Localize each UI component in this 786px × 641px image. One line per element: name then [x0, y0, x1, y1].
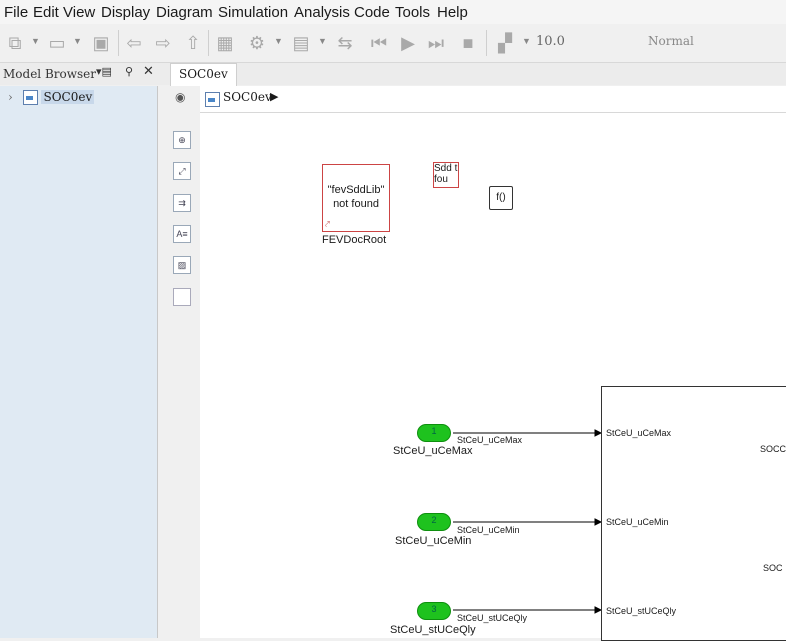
menu-display[interactable]: Display: [101, 4, 150, 21]
menu-edit[interactable]: Edit: [33, 4, 59, 21]
menu-simulation[interactable]: Simulation: [218, 4, 288, 21]
annotation-icon[interactable]: A≡: [173, 225, 191, 243]
fit-view-icon[interactable]: ⤢: [173, 162, 191, 180]
toolbar-separator: [486, 30, 487, 56]
record-icon[interactable]: ▞: [494, 32, 516, 54]
signal-label: StCeU_stUCeQly: [457, 613, 528, 623]
menu-file[interactable]: File: [4, 4, 28, 21]
menu-tools[interactable]: Tools: [395, 4, 430, 21]
chevron-down-icon[interactable]: ▼: [31, 36, 40, 46]
tree-item-label: SOC0ev: [41, 90, 95, 104]
subsystem-output-label: SOC: [763, 563, 783, 573]
inport-name: StCeU_uCeMax: [393, 445, 473, 457]
inport-block[interactable]: 1: [417, 424, 451, 442]
pin-icon[interactable]: ⚲: [125, 65, 133, 78]
dock-menu-icon[interactable]: ▾▤: [96, 65, 112, 78]
diagram-palette: ◉ ⊕ ⤢ ⇉ A≡ ▨: [158, 86, 200, 638]
new-model-icon[interactable]: ⧉: [4, 32, 26, 54]
inport-name: StCeU_uCeMin: [395, 535, 472, 547]
toolbar-separator: [208, 30, 209, 56]
step-forward-icon[interactable]: ⏭: [425, 32, 447, 54]
chevron-down-icon[interactable]: ▼: [274, 36, 283, 46]
chevron-right-icon[interactable]: ›: [8, 90, 13, 104]
tree-item-model[interactable]: › SOC0ev: [8, 90, 95, 110]
run-icon[interactable]: ▶: [397, 32, 419, 54]
tab-model[interactable]: SOC0ev: [170, 63, 237, 86]
menu-diagram[interactable]: Diagram: [156, 4, 213, 21]
image-icon[interactable]: ▨: [173, 256, 191, 274]
back-arrow-icon[interactable]: ⇦: [123, 32, 145, 54]
model-explorer-icon[interactable]: ▤: [290, 32, 312, 54]
menu-bar: File Edit View Display Diagram Simulatio…: [0, 0, 786, 24]
signal-label: StCeU_uCeMax: [457, 435, 523, 445]
hide-browser-icon[interactable]: ◉: [175, 90, 185, 104]
menu-code[interactable]: Code: [354, 4, 390, 21]
build-icon[interactable]: ⇆: [334, 32, 356, 54]
close-icon[interactable]: ✕: [143, 64, 154, 79]
model-icon: [205, 92, 220, 107]
subsystem-block[interactable]: StCeU_uCeMax StCeU_uCeMin StCeU_stUCeQly…: [601, 386, 786, 641]
menu-view[interactable]: View: [63, 4, 95, 21]
stop-icon[interactable]: ■: [457, 32, 479, 54]
model-browser-tree: › SOC0ev: [0, 86, 158, 638]
arrow-connect-icon[interactable]: ⇉: [173, 194, 191, 212]
model-icon: [22, 90, 38, 105]
chevron-down-icon[interactable]: ▼: [522, 36, 531, 46]
inport-block[interactable]: 3: [417, 602, 451, 620]
save-icon[interactable]: ▣: [90, 32, 112, 54]
subsystem-output-label: SOCC: [760, 444, 786, 454]
diagram-canvas[interactable]: "fevSddLib" not found ⤤ FEVDocRoot Sdd t…: [200, 113, 786, 641]
step-back-icon[interactable]: ⏮: [368, 32, 390, 54]
subsystem-input-label: StCeU_uCeMin: [606, 517, 669, 527]
stop-time-field[interactable]: 10.0: [536, 34, 565, 49]
breadcrumb[interactable]: SOC0ev: [223, 90, 272, 104]
subsystem-input-label: StCeU_uCeMax: [606, 428, 672, 438]
forward-arrow-icon[interactable]: ⇨: [152, 32, 174, 54]
area-icon[interactable]: [173, 288, 191, 306]
chevron-down-icon[interactable]: ▼: [318, 36, 327, 46]
model-browser-header: Model Browser ▾▤ ⚲ ✕: [0, 63, 158, 85]
inport-name: StCeU_stUCeQly: [390, 624, 476, 636]
address-bar: SOC0ev ▶: [200, 86, 786, 113]
zoom-icon[interactable]: ⊕: [173, 131, 191, 149]
open-folder-icon[interactable]: ▭: [46, 32, 68, 54]
chevron-right-icon[interactable]: ▶: [270, 90, 278, 103]
chevron-down-icon[interactable]: ▼: [73, 36, 82, 46]
tab-strip: SOC0ev: [158, 63, 786, 86]
simulation-mode-select[interactable]: Normal: [648, 34, 694, 48]
model-browser-title: Model Browser: [3, 67, 96, 81]
menu-help[interactable]: Help: [437, 4, 468, 21]
up-arrow-icon[interactable]: ⇧: [182, 32, 204, 54]
inport-block[interactable]: 2: [417, 513, 451, 531]
library-browser-icon[interactable]: ▦: [214, 32, 236, 54]
toolbar-separator: [118, 30, 119, 56]
settings-gear-icon[interactable]: ⚙: [246, 32, 268, 54]
subsystem-input-label: StCeU_stUCeQly: [606, 606, 677, 616]
menu-analysis[interactable]: Analysis: [294, 4, 350, 21]
signal-label: StCeU_uCeMin: [457, 525, 520, 535]
